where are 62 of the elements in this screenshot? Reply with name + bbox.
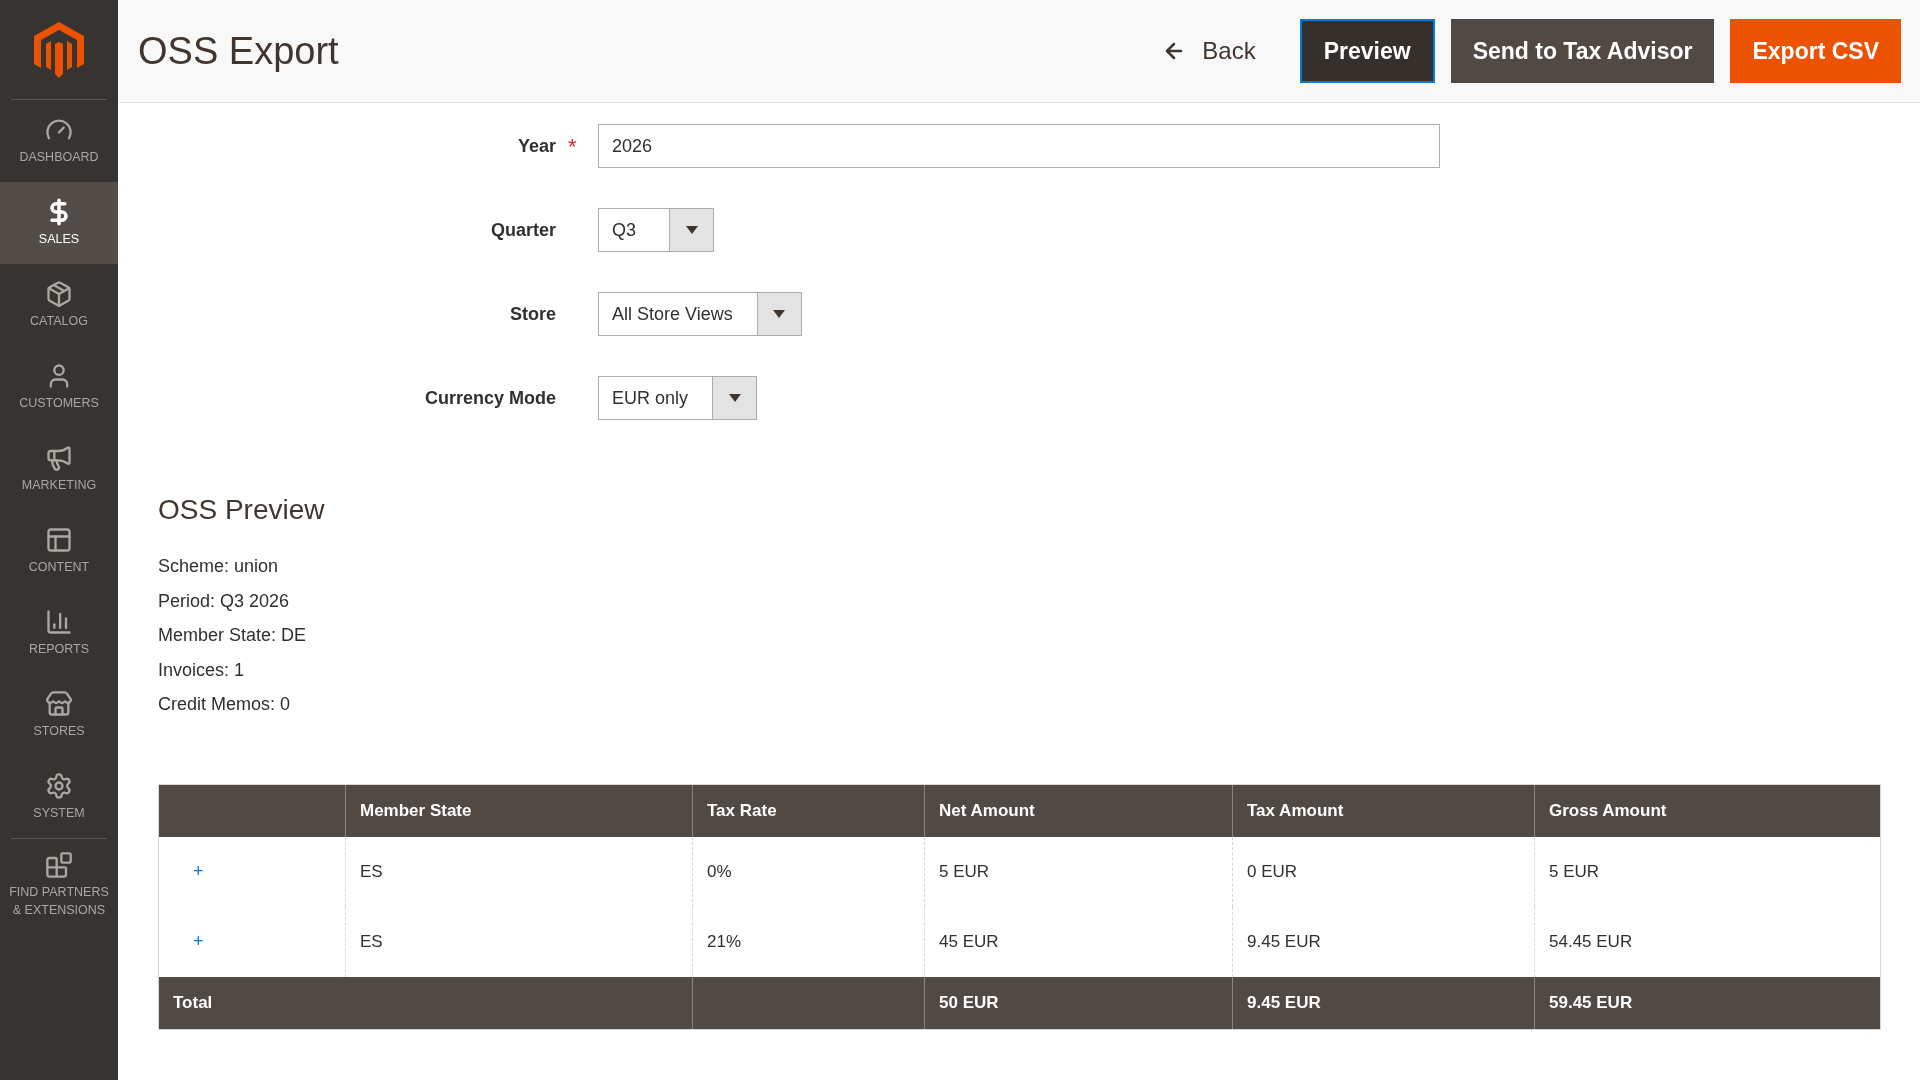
select-field[interactable]: EUR only — [598, 376, 758, 420]
bar-chart-icon — [45, 608, 73, 636]
field-label: Year — [517, 134, 556, 158]
sidebar-item[interactable]: DASHBOARD — [0, 100, 118, 182]
sidebar-item[interactable]: CUSTOMERS — [0, 346, 118, 428]
table-cell-text: ES — [360, 930, 383, 953]
field-label: Currency Mode — [424, 386, 556, 410]
sidebar-item[interactable]: SYSTEM — [0, 756, 118, 838]
required-marker: * — [568, 132, 578, 161]
megaphone-icon — [45, 444, 73, 472]
field-label: Store — [510, 302, 556, 326]
sidebar-item[interactable]: SALES — [0, 182, 118, 264]
sidebar-item[interactable]: FIND PARTNERS & EXTENSIONS — [0, 839, 118, 931]
expand-link[interactable]: + — [193, 928, 204, 955]
table-cell-text: 5 EUR — [1549, 860, 1600, 883]
sidebar-item[interactable]: MARKETING — [0, 428, 118, 510]
layout-icon — [45, 526, 73, 554]
summary-line: Scheme: union — [158, 555, 280, 578]
sidebar-item[interactable]: STORES — [0, 674, 118, 756]
select-field[interactable]: Q3 — [598, 208, 714, 252]
summary-line: Credit Memos: 0 — [158, 693, 292, 716]
year-field[interactable]: 2026 — [598, 124, 1440, 168]
total-cell-text: 50 EUR — [939, 991, 999, 1014]
select-field[interactable]: All Store Views — [598, 292, 802, 336]
page-title: OSS Export — [138, 28, 340, 74]
blocks-icon — [45, 851, 73, 879]
sidebar-item[interactable]: CATALOG — [0, 264, 118, 346]
table-cell-text: 0% — [707, 860, 732, 883]
field-label: Quarter — [490, 218, 556, 242]
summary-line: Period: Q3 2026 — [158, 589, 291, 613]
column-header: Tax Rate — [707, 799, 777, 822]
column-header: Net Amount — [939, 799, 1035, 822]
expand-link[interactable]: + — [193, 858, 204, 885]
table-cell-text: 54.45 EUR — [1549, 930, 1633, 953]
total-cell-text: 9.45 EUR — [1247, 991, 1321, 1014]
summary-line: Invoices: 1 — [158, 658, 246, 682]
back-button[interactable]: Back — [1146, 20, 1272, 82]
column-header: Gross Amount — [1549, 799, 1667, 822]
table-cell-text: 45 EUR — [939, 930, 999, 953]
send-button[interactable]: Send to Tax Advisor — [1450, 19, 1715, 83]
total-cell-text: 59.45 EUR — [1549, 991, 1633, 1014]
summary-line: Member State: DE — [158, 624, 308, 647]
preview-button[interactable]: Preview — [1299, 19, 1435, 83]
settings-icon — [45, 772, 73, 800]
column-header: Member State — [360, 799, 472, 822]
logo-icon — [34, 21, 84, 78]
column-header: Tax Amount — [1247, 799, 1344, 822]
dropdown-arrow-icon — [728, 394, 741, 402]
sidebar-item[interactable]: REPORTS — [0, 592, 118, 674]
total-label: Total — [173, 991, 213, 1014]
table-cell-text: 21% — [707, 930, 742, 953]
table-cell-text: 0 EUR — [1247, 860, 1298, 883]
table-cell-text: 5 EUR — [939, 860, 990, 883]
dropdown-arrow-icon — [685, 226, 698, 234]
section-title: OSS Preview — [158, 493, 326, 527]
storefront-icon — [45, 690, 73, 718]
export-button[interactable]: Export CSV — [1730, 19, 1901, 83]
table-cell-text: 9.45 EUR — [1247, 930, 1321, 953]
sidebar-item[interactable]: CONTENT — [0, 510, 118, 592]
dropdown-arrow-icon — [773, 310, 786, 318]
box-icon — [45, 280, 73, 308]
table-cell-text: ES — [360, 860, 383, 883]
